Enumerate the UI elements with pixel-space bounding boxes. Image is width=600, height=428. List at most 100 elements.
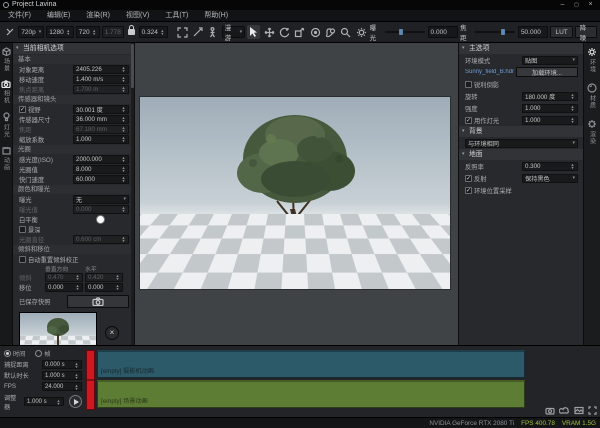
play-button[interactable]: [69, 395, 82, 408]
exposure-slider[interactable]: [385, 31, 425, 33]
walk-mode-icon[interactable]: [206, 25, 219, 39]
maximize-icon[interactable]: [570, 1, 583, 10]
spinner-icon[interactable]: [160, 29, 165, 35]
spinner-icon[interactable]: [74, 373, 79, 379]
fps-input[interactable]: 24.000: [42, 382, 82, 391]
zoom-tool-icon[interactable]: [339, 25, 352, 39]
spinner-icon[interactable]: [570, 117, 575, 123]
app-menu-icon[interactable]: [3, 25, 16, 39]
spinner-icon[interactable]: [121, 106, 126, 112]
frame-radio[interactable]: [35, 350, 42, 357]
spinner-icon[interactable]: [121, 116, 126, 122]
exposure-slider-knob[interactable]: [399, 29, 403, 35]
cloud-icon[interactable]: [559, 406, 570, 415]
panorama-icon[interactable]: [574, 406, 584, 415]
background-section-header[interactable]: 背景: [459, 126, 583, 137]
default-duration-input[interactable]: 1.000 s: [42, 371, 82, 380]
select-tool-icon[interactable]: [247, 25, 260, 39]
spinner-icon[interactable]: [121, 166, 126, 172]
render-view[interactable]: [140, 97, 450, 289]
resolution-width-input[interactable]: 1280: [46, 26, 73, 38]
light-tool-icon[interactable]: [354, 25, 367, 39]
take-snapshot-button[interactable]: [67, 295, 129, 308]
remove-snapshot-icon[interactable]: [105, 326, 119, 340]
snap-distance-input[interactable]: 0.000 s: [42, 360, 82, 369]
intensity-input[interactable]: 1.000: [522, 104, 578, 113]
tab-materials[interactable]: 材质: [587, 83, 597, 109]
spinner-icon[interactable]: [56, 399, 61, 405]
auto-tilt-checkbox[interactable]: [19, 256, 26, 263]
focal-slider[interactable]: [475, 31, 515, 33]
tab-render-settings[interactable]: 渲染: [587, 119, 597, 145]
pivot-tool-icon[interactable]: [308, 25, 321, 39]
fnumber-input[interactable]: 8.000: [73, 165, 129, 174]
environment-mode-dropdown[interactable]: 贴图: [522, 56, 578, 65]
zoom-factor-input[interactable]: 1.000: [73, 135, 129, 144]
spinner-icon[interactable]: [66, 29, 71, 35]
expand-icon[interactable]: [588, 406, 597, 415]
shift-vertical-input[interactable]: 0.000: [45, 283, 83, 292]
fov-input[interactable]: 30.001 度: [73, 105, 129, 114]
resolution-preset-dropdown[interactable]: 720p: [18, 26, 44, 38]
menu-file[interactable]: 文件(F): [0, 10, 39, 22]
dof-checkbox[interactable]: [19, 226, 26, 233]
shutter-input[interactable]: 60.000: [73, 175, 129, 184]
shift-horizontal-input[interactable]: 0.000: [85, 283, 123, 292]
load-environment-button[interactable]: 加载环境...: [516, 67, 578, 77]
spinner-icon[interactable]: [115, 284, 120, 290]
spinner-icon[interactable]: [75, 284, 80, 290]
exposure-value-input[interactable]: 0.000: [428, 26, 459, 38]
sensor-size-input[interactable]: 36.000 mm: [73, 115, 129, 124]
tab-scene[interactable]: 场景: [2, 47, 11, 72]
env-position-checkbox[interactable]: [465, 187, 472, 194]
tab-animation[interactable]: 动画: [2, 146, 11, 171]
minimize-icon[interactable]: [556, 1, 569, 10]
white-balance-swatch[interactable]: [96, 215, 105, 224]
snapshot-camera-icon[interactable]: [545, 406, 555, 415]
use-as-light-checkbox[interactable]: [465, 117, 472, 124]
left-panel-scrollbar[interactable]: [131, 43, 134, 345]
iso-input[interactable]: 2000.000: [73, 155, 129, 164]
spinner-icon[interactable]: [570, 105, 575, 111]
tab-lights[interactable]: 灯光: [2, 112, 11, 138]
spinner-icon[interactable]: [570, 163, 575, 169]
spinner-icon[interactable]: [121, 176, 126, 182]
albedo-input[interactable]: 0.300: [522, 162, 578, 171]
move-tool-icon[interactable]: [262, 25, 275, 39]
rotation-input[interactable]: 180.000 度: [522, 92, 578, 101]
fullscreen-icon[interactable]: [176, 25, 189, 39]
exposure-mode-dropdown[interactable]: 无: [73, 195, 129, 204]
viewport[interactable]: [135, 43, 458, 345]
spinner-icon[interactable]: [92, 29, 97, 35]
reflection-checkbox[interactable]: [465, 175, 472, 182]
spinner-icon[interactable]: [121, 66, 126, 72]
camera-panel-header[interactable]: 当前相机选项: [13, 43, 134, 54]
move-speed-input[interactable]: 1.400 m/s: [73, 75, 129, 84]
camera-animation-track[interactable]: [empty] 摄影机动画: [97, 350, 525, 378]
reflection-mode-dropdown[interactable]: 保持黑色: [522, 174, 578, 183]
aspect-lock-icon[interactable]: [128, 29, 135, 35]
snapshot-thumbnail[interactable]: [19, 312, 97, 345]
tab-environment[interactable]: 环境: [587, 47, 597, 73]
sharp-reflections-checkbox[interactable]: [465, 81, 472, 88]
scale-tool-icon[interactable]: [293, 25, 306, 39]
focal-value-input[interactable]: 50.000: [518, 26, 549, 38]
draw-region-icon[interactable]: [191, 25, 204, 39]
scrollbar-thumb[interactable]: [131, 44, 134, 88]
focal-slider-knob[interactable]: [501, 29, 505, 35]
spinner-icon[interactable]: [74, 362, 79, 368]
player-time-input[interactable]: 1.000 s: [24, 397, 64, 406]
rotate-tool-icon[interactable]: [278, 25, 291, 39]
use-as-light-input[interactable]: 1.000: [522, 116, 578, 125]
menu-help[interactable]: 帮助(H): [196, 10, 236, 22]
spinner-icon[interactable]: [74, 384, 79, 390]
resolution-height-input[interactable]: 720: [76, 26, 100, 38]
fov-checkbox[interactable]: [19, 106, 26, 113]
menu-render[interactable]: 渲染(R): [78, 10, 118, 22]
spinner-icon[interactable]: [121, 76, 126, 82]
lut-button[interactable]: LUT: [550, 26, 572, 38]
spinner-icon[interactable]: [121, 136, 126, 142]
ground-section-header[interactable]: 地面: [459, 149, 583, 160]
environment-file-link[interactable]: Sunny_field_B.hdr: [465, 69, 514, 75]
denoise-button[interactable]: 降噪: [575, 26, 597, 38]
